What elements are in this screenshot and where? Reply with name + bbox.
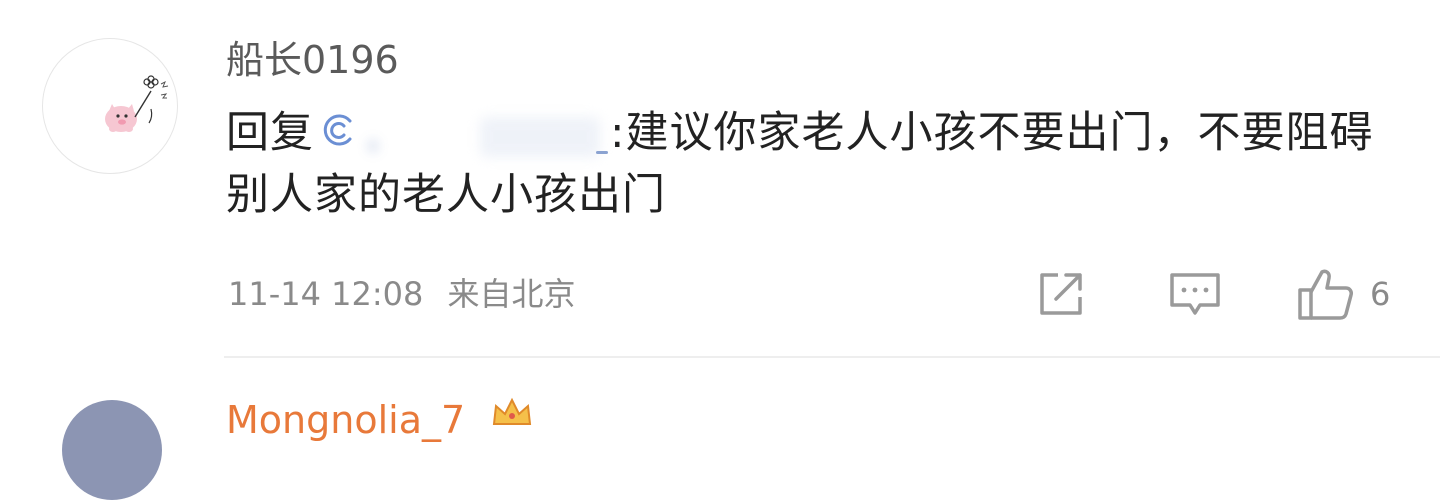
- reply-button[interactable]: [1168, 266, 1222, 322]
- username[interactable]: 船长0196: [226, 36, 399, 84]
- next-comment-username[interactable]: Mongnolia_7: [226, 396, 465, 444]
- comment-location: 来自北京: [447, 275, 576, 313]
- reply-prefix: 回复: [226, 108, 314, 158]
- share-button[interactable]: [1034, 266, 1088, 322]
- mention-user-link[interactable]: [360, 111, 610, 157]
- comment-content: 回复:建议你家老人小孩不要出门，不要阻碍别人家的老人小孩出门: [226, 102, 1396, 226]
- comment-icon: [1170, 273, 1220, 315]
- like-button[interactable]: 6: [1296, 266, 1390, 322]
- next-comment-avatar[interactable]: [62, 400, 162, 500]
- like-count: 6: [1370, 275, 1391, 313]
- mention-icon: [323, 114, 352, 146]
- mention-separator: :: [610, 108, 626, 158]
- thumbs-up-icon: [1298, 269, 1353, 320]
- share-icon: [1040, 273, 1082, 315]
- comment-meta: 11-14 12:08 来自北京: [228, 272, 576, 316]
- crown-icon: [492, 397, 532, 425]
- comment-item: 船长0196 回复:建议你家老人小孩不要出门，不要阻碍别人家的老人小孩出门 11…: [0, 0, 1440, 358]
- divider: [224, 356, 1440, 358]
- avatar[interactable]: [42, 38, 178, 174]
- comment-time: 11-14 12:08: [228, 275, 424, 313]
- pig-avatar-icon: [105, 75, 169, 132]
